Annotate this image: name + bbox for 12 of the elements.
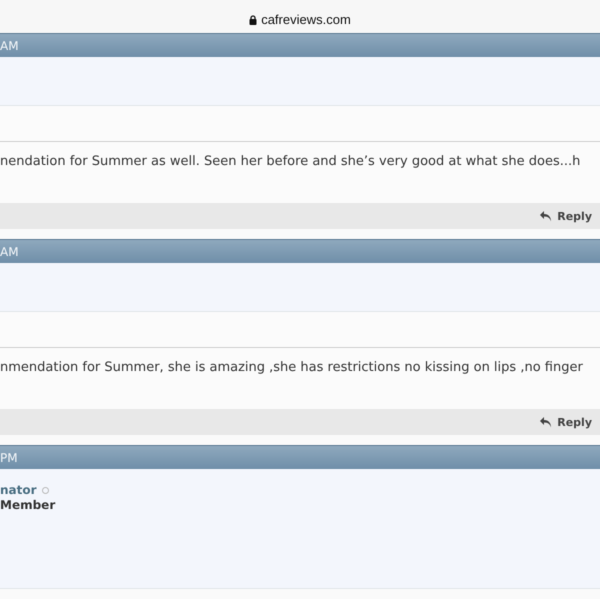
user-rank: Member: [0, 498, 56, 512]
lock-icon: [249, 14, 258, 24]
post-time: AM: [0, 244, 19, 258]
username-link[interactable]: nator: [0, 483, 37, 497]
reply-link[interactable]: Reply: [539, 210, 592, 222]
reply-arrow-icon: [539, 416, 554, 428]
post-message: nendation for Summer as well. Seen her before and she’s very good at what she does...h: [0, 154, 580, 169]
post-time: AM: [0, 38, 19, 52]
post-message: nmendation for Summer, she is amazing ,she has restrictions no kissing on lips ,no finger: [0, 360, 583, 375]
post-time: PM: [0, 450, 18, 464]
reply-link[interactable]: Reply: [539, 416, 592, 428]
reply-arrow-icon: [539, 210, 554, 222]
